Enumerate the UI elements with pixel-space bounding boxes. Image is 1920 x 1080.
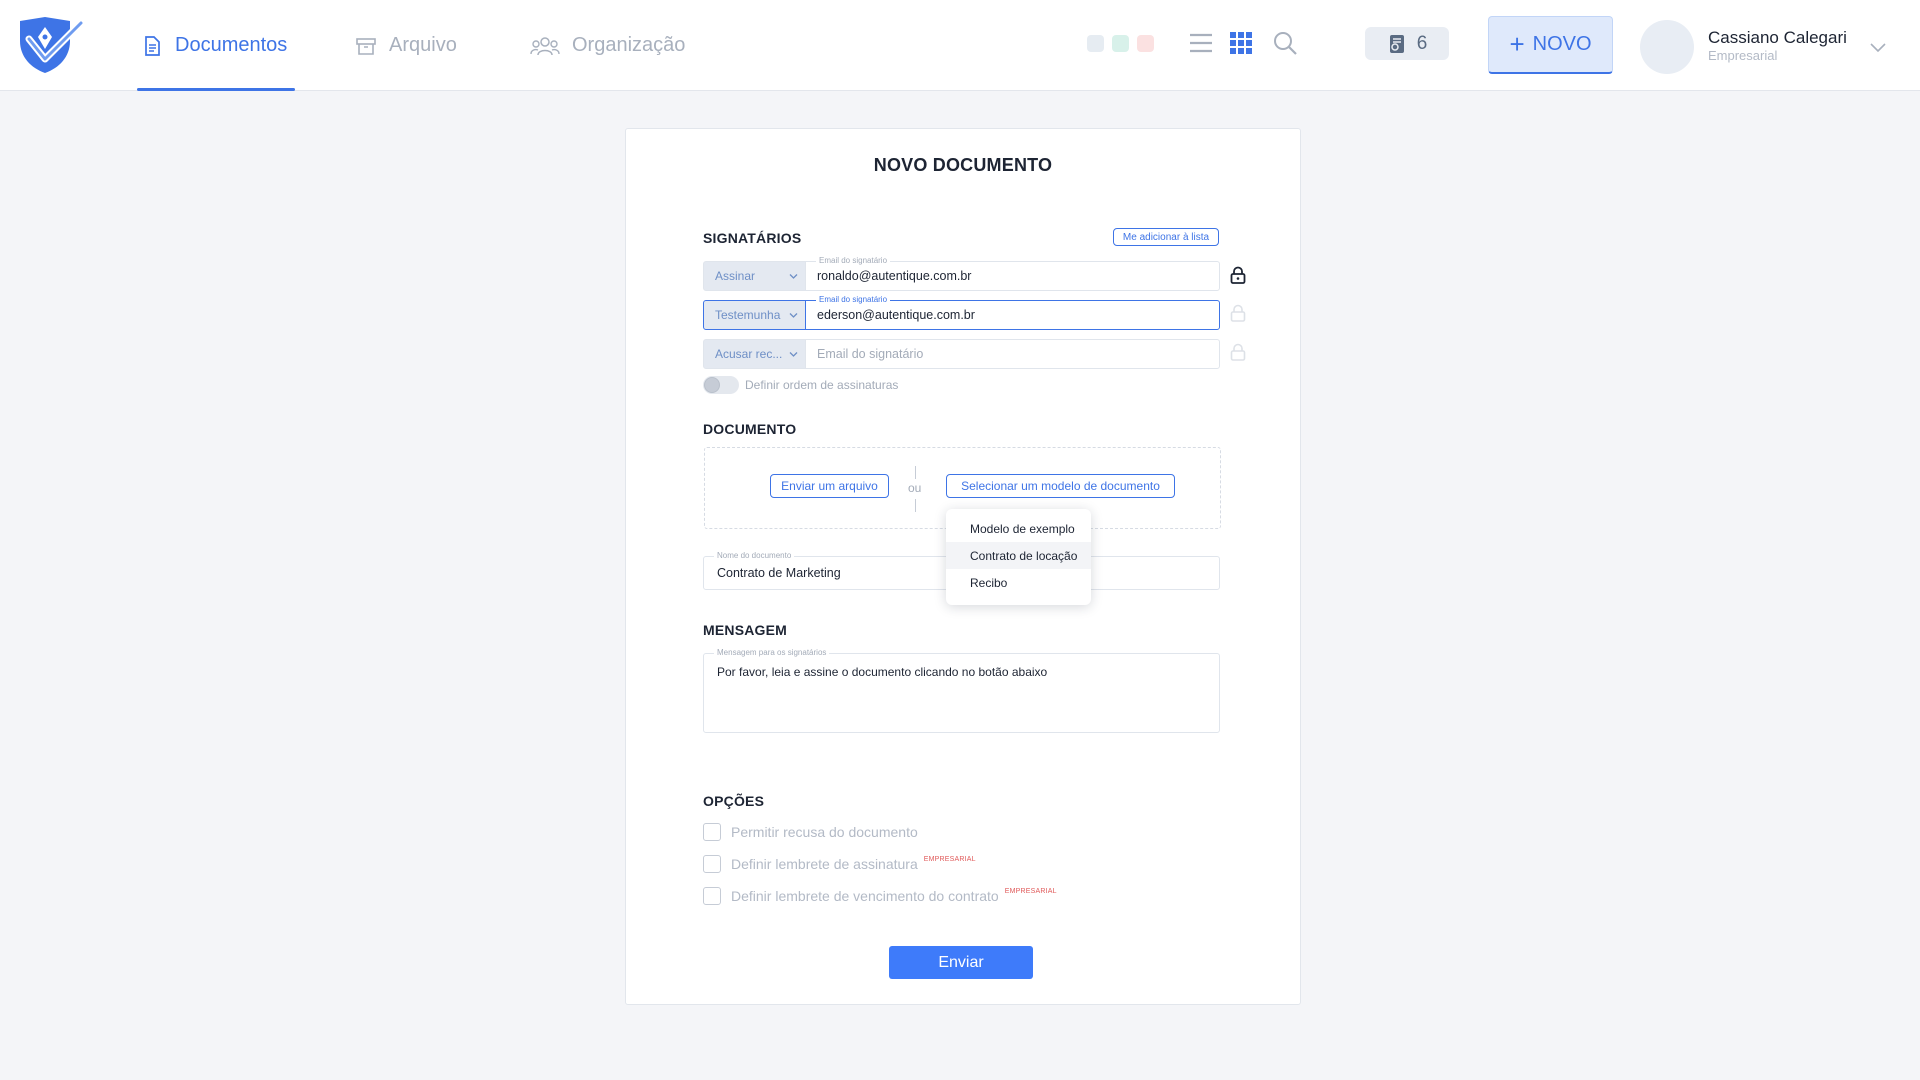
- options-section-title: OPÇÕES: [703, 793, 765, 809]
- grid-view-icon[interactable]: [1228, 30, 1254, 56]
- signer-email-field[interactable]: Email do signatário: [805, 339, 1220, 369]
- select-template-button[interactable]: Selecionar um modelo de documento: [946, 474, 1175, 498]
- signer-row: Testemunha Email do signatário ederson@a…: [703, 295, 1220, 330]
- lock-icon[interactable]: [1230, 266, 1246, 284]
- option-label: Definir lembrete de assinatura: [731, 856, 918, 872]
- search-icon[interactable]: [1272, 30, 1298, 56]
- document-section-title: DOCUMENTO: [703, 421, 797, 437]
- list-view-icon[interactable]: [1188, 30, 1214, 56]
- signers-section-title: SIGNATÁRIOS: [703, 230, 802, 246]
- add-me-button[interactable]: Me adicionar à lista: [1113, 228, 1219, 246]
- signer-email-value: ronaldo@autentique.com.br: [817, 269, 972, 283]
- chevron-down-icon[interactable]: [1869, 40, 1887, 54]
- signer-action-select[interactable]: Acusar rec...: [703, 339, 806, 369]
- signer-email-label: Email do signatário: [816, 256, 891, 266]
- template-option[interactable]: Modelo de exemplo: [946, 515, 1091, 542]
- group-icon: [530, 36, 560, 55]
- chevron-down-icon: [789, 274, 798, 279]
- signer-email-placeholder: Email do signatário: [817, 347, 924, 361]
- message-section-title: MENSAGEM: [703, 622, 788, 638]
- message-value: Por favor, leia e assine o documento cli…: [717, 665, 1048, 679]
- option-label: Definir lembrete de vencimento do contra…: [731, 888, 999, 904]
- signer-action-value: Assinar: [715, 269, 756, 283]
- signer-email-field[interactable]: Email do signatário ronaldo@autentique.c…: [805, 256, 1220, 291]
- tab-arquivo-label: Arquivo: [389, 34, 457, 56]
- signer-action-value: Acusar rec...: [715, 347, 783, 361]
- unlock-icon[interactable]: [1230, 304, 1246, 322]
- option-checkbox[interactable]: [703, 823, 721, 841]
- autentique-shield-logo-icon[interactable]: [15, 15, 85, 77]
- upload-file-button[interactable]: Enviar um arquivo: [770, 474, 889, 498]
- signer-email-value: ederson@autentique.com.br: [817, 308, 975, 322]
- theme-color-swatch[interactable]: [1112, 35, 1129, 52]
- template-dropdown-menu: Modelo de exemplo Contrato de locação Re…: [946, 509, 1091, 605]
- message-textarea[interactable]: Mensagem para os signatários Por favor, …: [703, 648, 1220, 733]
- send-button[interactable]: Enviar: [889, 946, 1033, 979]
- notification-count: 6: [1416, 32, 1428, 54]
- signer-action-value: Testemunha: [715, 308, 781, 322]
- signer-email-label: Email do signatário: [816, 295, 891, 305]
- unlock-icon[interactable]: [1230, 343, 1246, 361]
- tab-documentos[interactable]: Documentos: [137, 0, 295, 91]
- template-option[interactable]: Contrato de locação: [946, 542, 1091, 569]
- signature-order-label: Definir ordem de assinaturas: [745, 378, 899, 392]
- signer-email-field[interactable]: Email do signatário ederson@autentique.c…: [805, 295, 1220, 330]
- chevron-down-icon: [789, 313, 798, 318]
- tab-arquivo[interactable]: Arquivo: [355, 0, 457, 91]
- new-document-card: NOVO DOCUMENTO SIGNATÁRIOS Me adicionar …: [625, 128, 1301, 1005]
- option-checkbox[interactable]: [703, 855, 721, 873]
- theme-color-picker: [1087, 35, 1154, 52]
- option-row: Definir lembrete de vencimento do contra…: [703, 887, 1057, 905]
- page-title: NOVO DOCUMENTO: [873, 155, 1053, 175]
- document-name-label: Nome do documento: [714, 551, 795, 561]
- theme-color-swatch[interactable]: [1137, 35, 1154, 52]
- plan-badge: EMPRESARIAL: [923, 855, 976, 863]
- plus-icon: +: [1509, 28, 1525, 59]
- avatar[interactable]: [1640, 20, 1694, 74]
- document-name-value: Contrato de Marketing: [717, 566, 841, 580]
- user-plan: Empresarial: [1708, 48, 1778, 63]
- theme-color-swatch[interactable]: [1087, 35, 1104, 52]
- signer-action-select[interactable]: Assinar: [703, 261, 806, 291]
- pending-documents-counter[interactable]: 6: [1365, 27, 1449, 60]
- option-label: Permitir recusa do documento: [731, 824, 918, 840]
- top-bar: Documentos Arquivo Organização 6 + NOVO …: [0, 0, 1920, 91]
- signer-action-select[interactable]: Testemunha: [703, 300, 806, 330]
- new-button-label: NOVO: [1532, 33, 1592, 55]
- divider: [915, 466, 916, 479]
- chevron-down-icon: [789, 352, 798, 357]
- tab-documentos-label: Documentos: [175, 34, 288, 56]
- document-stack-icon: [1389, 34, 1404, 53]
- archive-icon: [356, 37, 376, 55]
- message-label: Mensagem para os signatários: [714, 648, 830, 658]
- signature-order-toggle[interactable]: [703, 376, 739, 394]
- signer-row: Assinar Email do signatário ronaldo@aute…: [703, 256, 1220, 291]
- user-name: Cassiano Calegari: [1708, 28, 1847, 47]
- document-icon: [145, 35, 160, 56]
- signer-row: Acusar rec... Email do signatário: [703, 339, 1220, 369]
- option-checkbox[interactable]: [703, 887, 721, 905]
- option-row: Permitir recusa do documento: [703, 823, 918, 841]
- tab-organizacao-label: Organização: [572, 34, 686, 56]
- plan-badge: EMPRESARIAL: [1004, 887, 1057, 895]
- template-option[interactable]: Recibo: [946, 569, 1091, 596]
- tab-organizacao[interactable]: Organização: [530, 0, 685, 91]
- or-text: ou: [908, 481, 922, 495]
- new-document-button[interactable]: + NOVO: [1488, 16, 1613, 74]
- option-row: Definir lembrete de assinatura EMPRESARI…: [703, 855, 976, 873]
- divider: [915, 499, 916, 512]
